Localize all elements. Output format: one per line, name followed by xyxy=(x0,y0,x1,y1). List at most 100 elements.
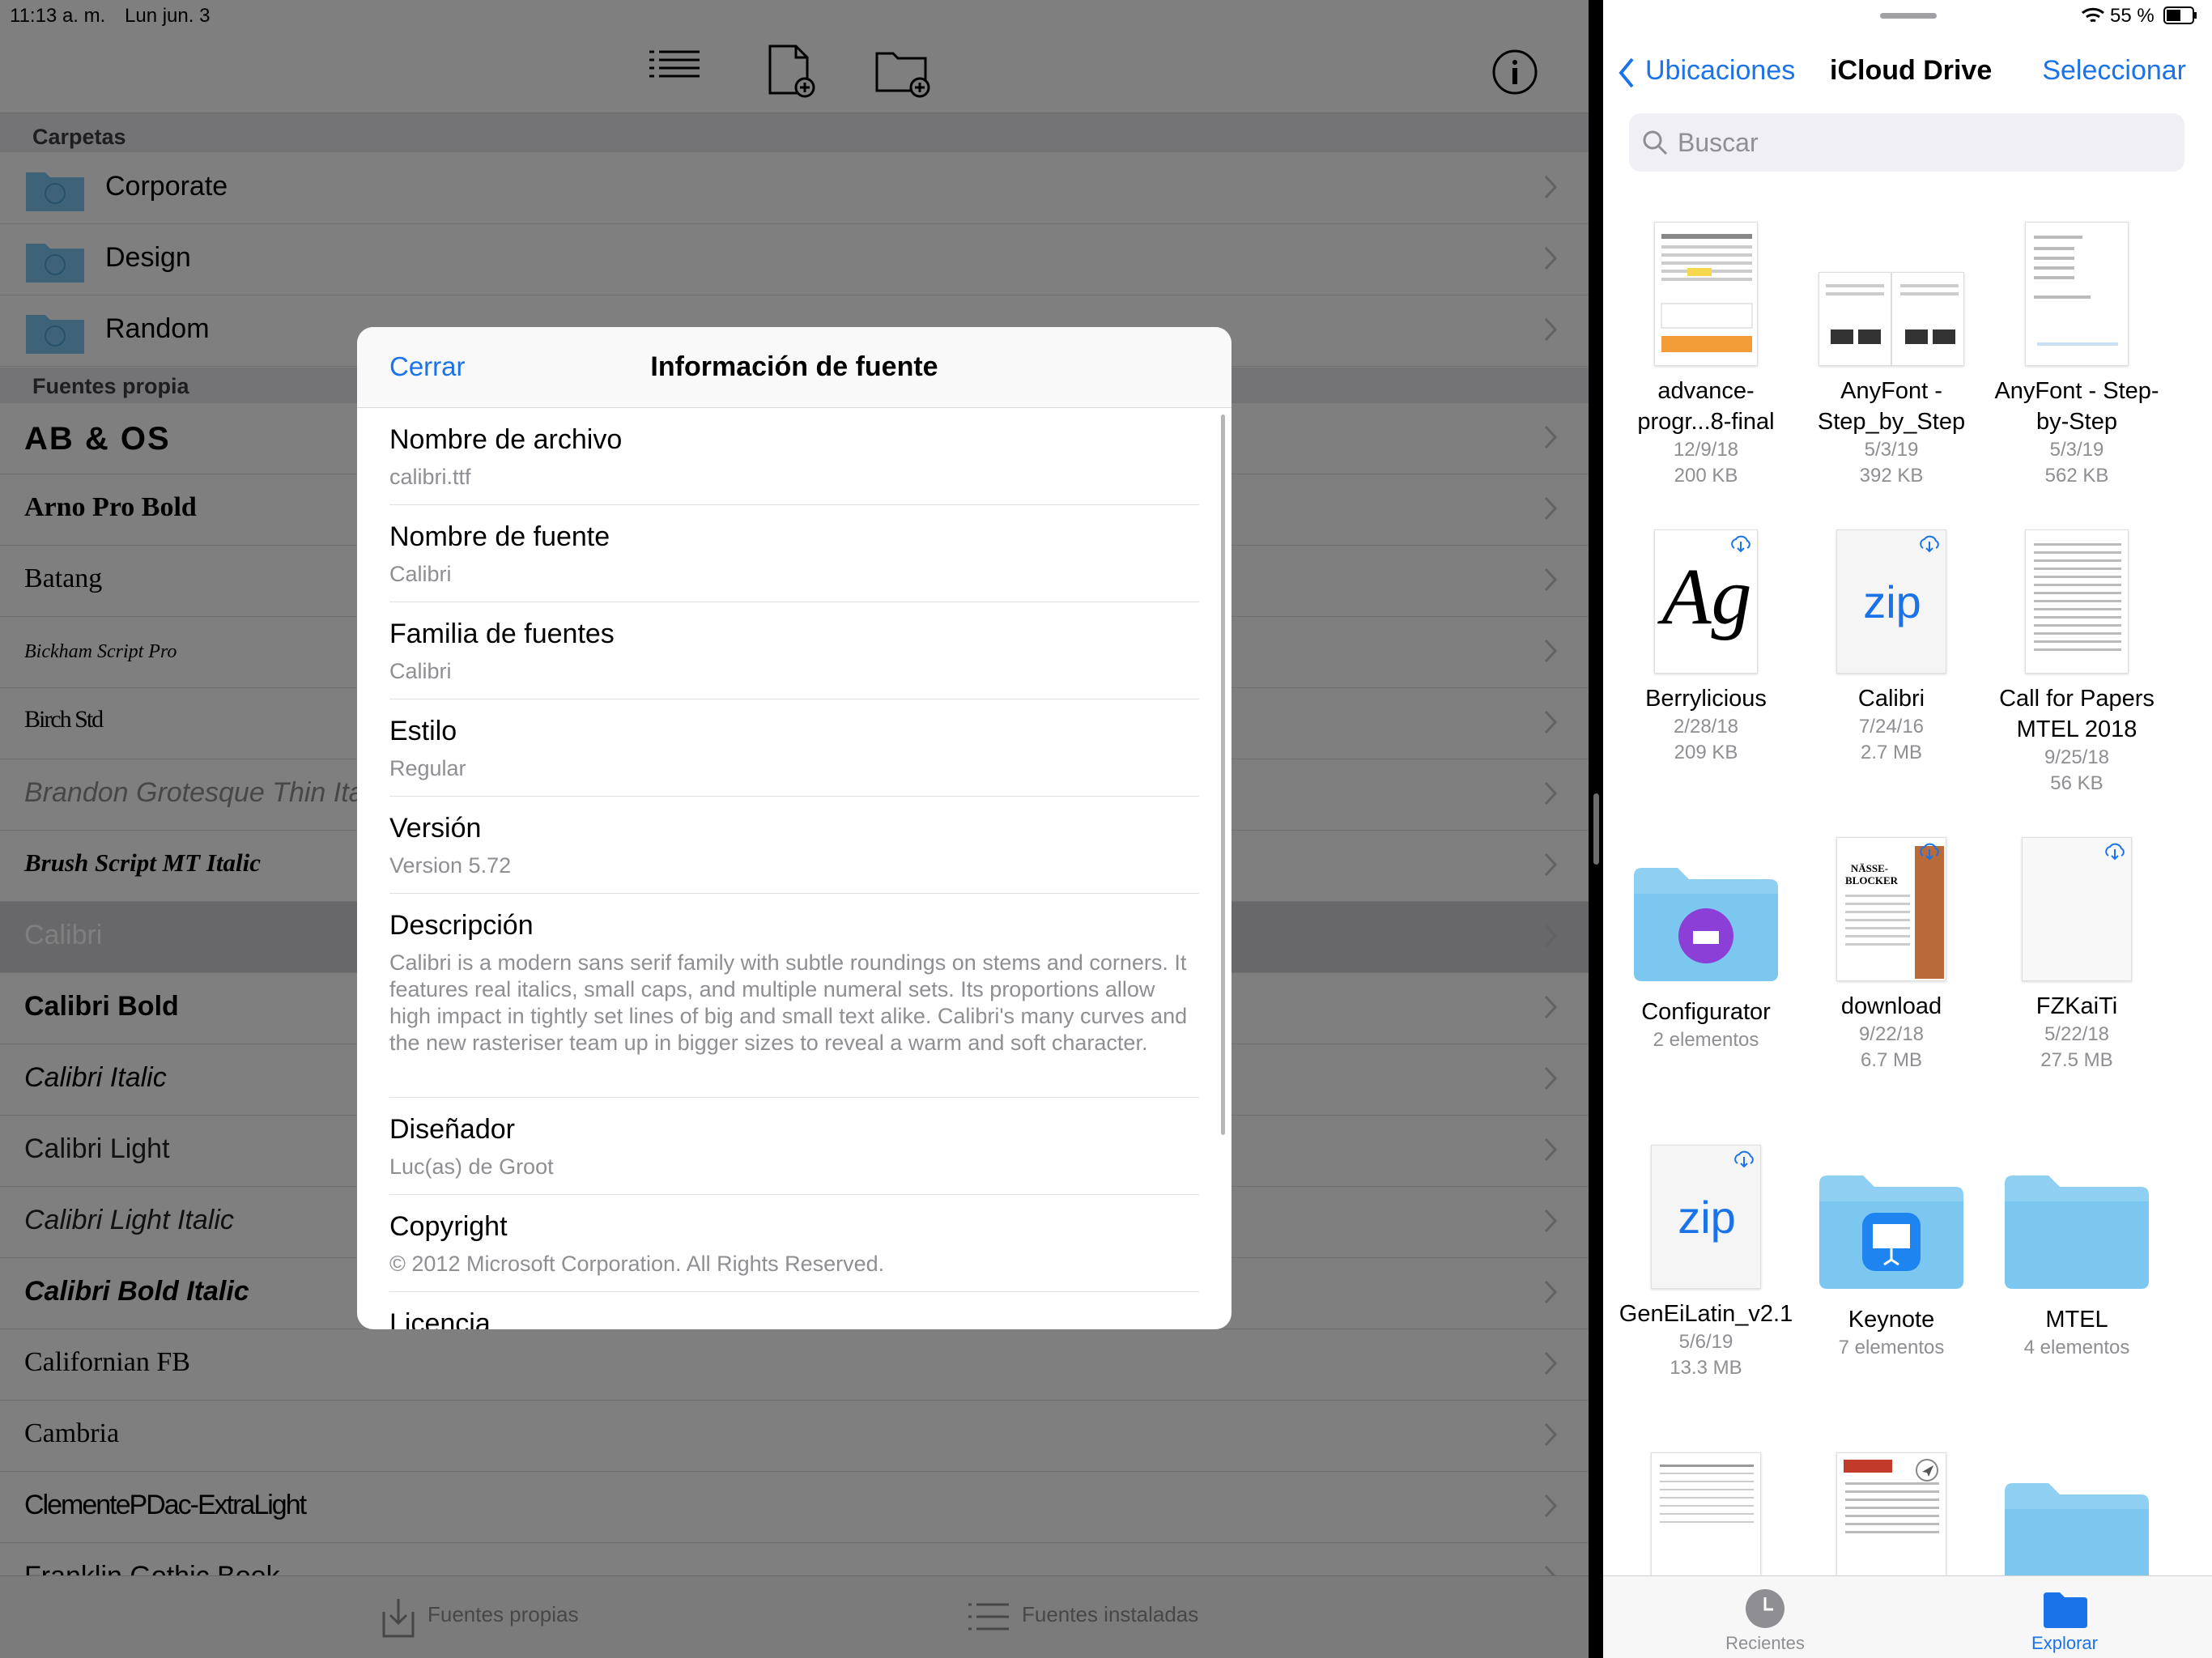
file-size: 200 KB xyxy=(1674,465,1738,487)
info-row: Estilo Regular xyxy=(389,699,1199,797)
file-size: 562 KB xyxy=(2044,465,2109,487)
font-preview: Ag xyxy=(1661,551,1752,641)
file-tile[interactable]: AnyFont - Step-by-Step 5/3/19 562 KB xyxy=(1984,222,2170,489)
browse-tab[interactable]: Explorar xyxy=(1984,1633,2146,1654)
info-value: © 2012 Microsoft Corporation. All Rights… xyxy=(389,1252,885,1276)
info-value: calibri.ttf xyxy=(389,465,471,489)
info-row: Familia de fuentes Calibri xyxy=(389,602,1199,699)
document-preview-icon xyxy=(2034,543,2121,651)
folder-icon xyxy=(1634,868,1778,981)
info-key: Nombre de archivo xyxy=(389,424,623,455)
file-tile[interactable]: zip Calibri 7/24/16 2.7 MB xyxy=(1798,529,1984,766)
file-name: advance-progr...8-final xyxy=(1637,378,1775,435)
split-view-divider[interactable] xyxy=(1589,0,1603,1658)
search-icon xyxy=(1643,130,1668,155)
clock-icon[interactable] xyxy=(1744,1588,1786,1630)
folder-count: 4 elementos xyxy=(2023,1337,2130,1358)
zip-thumbnail: zip xyxy=(1651,1145,1761,1289)
document-thumbnail xyxy=(2025,222,2129,366)
file-tile[interactable]: zip GenEiLatin_v2.1 5/6/19 13.3 MB xyxy=(1613,1145,1799,1381)
info-row: Nombre de archivo calibri.ttf xyxy=(389,408,1199,505)
battery-icon xyxy=(2163,6,2197,24)
scroll-indicator[interactable] xyxy=(1221,414,1225,1135)
zip-label: zip xyxy=(1678,1192,1736,1243)
cloud-download-icon[interactable] xyxy=(1729,534,1752,553)
select-button[interactable]: Seleccionar xyxy=(2042,55,2186,87)
file-date: 5/6/19 xyxy=(1678,1331,1733,1353)
location-arrow-icon xyxy=(1916,1459,1938,1482)
info-key: Licencia xyxy=(389,1308,491,1329)
info-value: Calibri xyxy=(389,659,452,683)
folder-tile[interactable]: MTEL 4 elementos xyxy=(1984,1174,2170,1361)
files-pane: 55 % Ubicaciones iCloud Drive Selecciona… xyxy=(1603,0,2212,1658)
chevron-left-icon[interactable] xyxy=(1618,57,1636,89)
document-thumbnail xyxy=(1654,222,1758,366)
file-size: 2.7 MB xyxy=(1860,742,1923,763)
recents-tab[interactable]: Recientes xyxy=(1684,1633,1846,1654)
info-value: Version 5.72 xyxy=(389,853,512,878)
file-date: 5/3/19 xyxy=(1864,439,1919,461)
cloud-download-icon[interactable] xyxy=(1733,1149,1755,1168)
info-key: Diseñador xyxy=(389,1114,515,1145)
search-placeholder: Buscar xyxy=(1678,128,1759,157)
folder-icon xyxy=(2005,1175,2149,1289)
folder-tile[interactable]: Keynote 7 elementos xyxy=(1798,1174,1984,1361)
document-thumbnail: Ag xyxy=(1654,529,1758,674)
cloud-download-icon[interactable] xyxy=(2104,841,2126,861)
zip-label: zip xyxy=(1863,576,1921,627)
info-value: Calibri is a modern sans serif family wi… xyxy=(389,950,1188,1055)
folder-icon xyxy=(1819,1175,1963,1289)
document-thumbnail xyxy=(1819,272,1964,367)
modal-header: Cerrar Información de fuente xyxy=(357,327,1231,408)
file-date: 2/28/18 xyxy=(1673,716,1739,738)
document-preview-icon xyxy=(2034,236,2118,346)
file-date: 9/25/18 xyxy=(2044,746,2110,768)
file-date: 5/3/19 xyxy=(2049,439,2104,461)
file-date: 12/9/18 xyxy=(1673,439,1739,461)
info-value: Regular xyxy=(389,756,466,780)
font-info-modal: Cerrar Información de fuente Nombre de a… xyxy=(357,327,1231,1329)
blank-thumbnail xyxy=(2022,837,2132,981)
file-size: 209 KB xyxy=(1674,742,1738,763)
file-tile[interactable]: Ag Berrylicious 2/28/18 209 KB xyxy=(1613,529,1799,766)
info-row: Versión Version 5.72 xyxy=(389,797,1199,894)
file-date: 5/22/18 xyxy=(2044,1023,2110,1045)
font-manager-pane: 11:13 a. m. Lun jun. 3 Carpetas Corporat… xyxy=(0,0,1589,1658)
info-row: Copyright © 2012 Microsoft Corporation. A… xyxy=(389,1195,1199,1292)
file-tile[interactable]: advance-progr...8-final 12/9/18 200 KB xyxy=(1613,222,1799,489)
battery-percent: 55 % xyxy=(2110,5,2155,27)
folder-icon[interactable] xyxy=(2042,1591,2087,1628)
file-size: 27.5 MB xyxy=(2040,1049,2113,1071)
folder-count: 7 elementos xyxy=(1838,1337,1945,1358)
file-tile[interactable]: FZKaiTi 5/22/18 27.5 MB xyxy=(1984,837,2170,1073)
file-name: GenEiLatin_v2.1 xyxy=(1619,1301,1793,1327)
locations-button[interactable]: Ubicaciones xyxy=(1645,55,1795,87)
file-tile[interactable]: AnyFont - Step_by_Step 5/3/19 392 KB xyxy=(1798,222,1984,489)
modal-title: Información de fuente xyxy=(650,351,938,382)
file-size: 6.7 MB xyxy=(1860,1049,1923,1071)
file-size: 13.3 MB xyxy=(1670,1357,1742,1379)
info-key: Versión xyxy=(389,813,482,844)
cloud-download-icon[interactable] xyxy=(1918,534,1941,553)
info-key: Copyright xyxy=(389,1211,508,1242)
folder-name: Keynote xyxy=(1848,1307,1935,1333)
document-thumbnail: NÄSSE-BLOCKER xyxy=(1836,837,1946,981)
file-tile[interactable]: Call for Papers MTEL 2018 9/25/18 56 KB xyxy=(1984,529,2170,797)
cloud-download-icon[interactable] xyxy=(1918,841,1941,861)
file-name: Calibri xyxy=(1857,686,1925,712)
multitask-handle[interactable] xyxy=(1880,13,1937,19)
search-field[interactable]: Buscar xyxy=(1629,113,2184,172)
document-thumbnail xyxy=(2025,529,2129,674)
info-value: Calibri xyxy=(389,562,452,586)
file-name: AnyFont - Step_by_Step xyxy=(1817,378,1966,435)
folder-name: MTEL xyxy=(2045,1307,2108,1333)
divider-handle[interactable] xyxy=(1593,793,1599,865)
folder-tile[interactable]: Configurator 2 elementos xyxy=(1613,866,1799,1053)
file-tile[interactable]: NÄSSE-BLOCKER download 9/22/18 6.7 MB xyxy=(1798,837,1984,1073)
info-row: Descripción Calibri is a modern sans seri… xyxy=(389,894,1199,1098)
file-name: FZKaiTi xyxy=(2035,993,2118,1019)
document-preview-icon xyxy=(1826,273,1959,367)
info-key: Descripción xyxy=(389,910,534,941)
location-title: iCloud Drive xyxy=(1830,55,1993,86)
zip-thumbnail: zip xyxy=(1836,529,1946,674)
